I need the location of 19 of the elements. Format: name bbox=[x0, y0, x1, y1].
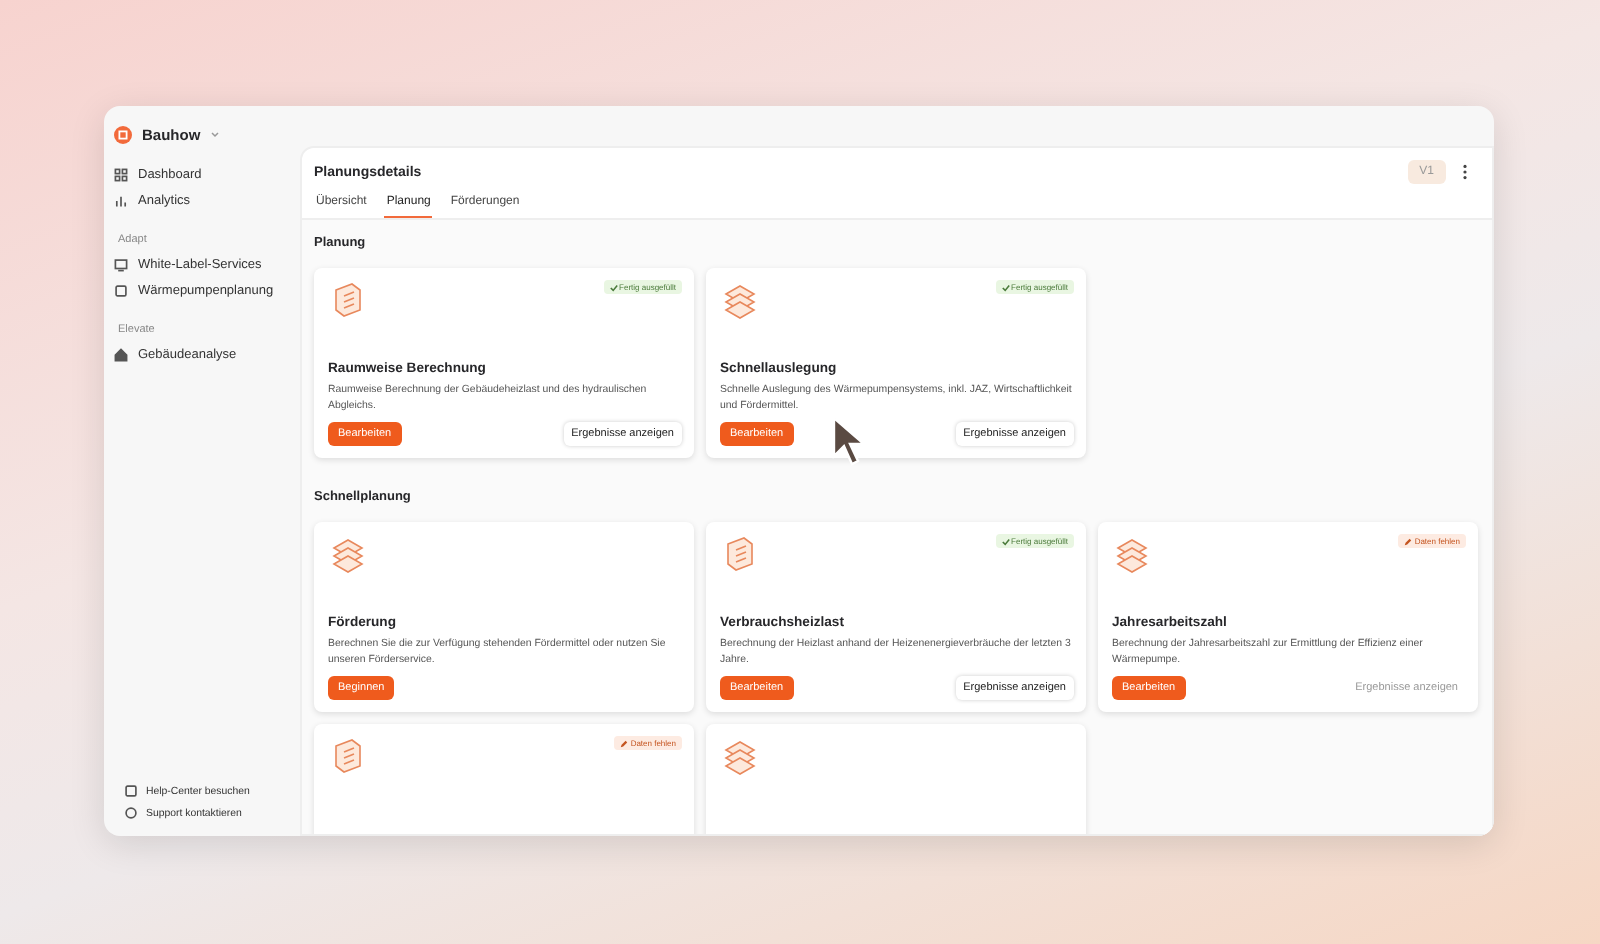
circle-icon bbox=[124, 806, 138, 820]
logo-icon bbox=[114, 125, 132, 143]
isometric-illustration-icon bbox=[1112, 534, 1152, 574]
monitor-icon bbox=[114, 258, 128, 272]
isometric-illustration-icon bbox=[720, 736, 760, 776]
chevron-down-icon[interactable] bbox=[210, 129, 221, 139]
pencil-icon bbox=[620, 739, 629, 747]
document-icon bbox=[124, 784, 138, 798]
grid-icon bbox=[114, 168, 128, 182]
isometric-illustration-icon bbox=[328, 534, 368, 574]
checkmark-icon bbox=[609, 283, 618, 291]
bar-chart-icon bbox=[114, 194, 128, 208]
checkmark-icon bbox=[1001, 283, 1010, 291]
house-icon bbox=[114, 348, 128, 362]
pencil-icon bbox=[1404, 537, 1413, 545]
document-icon bbox=[114, 284, 128, 298]
isometric-illustration-icon bbox=[720, 280, 760, 320]
checkmark-icon bbox=[1001, 537, 1010, 545]
more-options-icon[interactable] bbox=[1462, 164, 1468, 180]
